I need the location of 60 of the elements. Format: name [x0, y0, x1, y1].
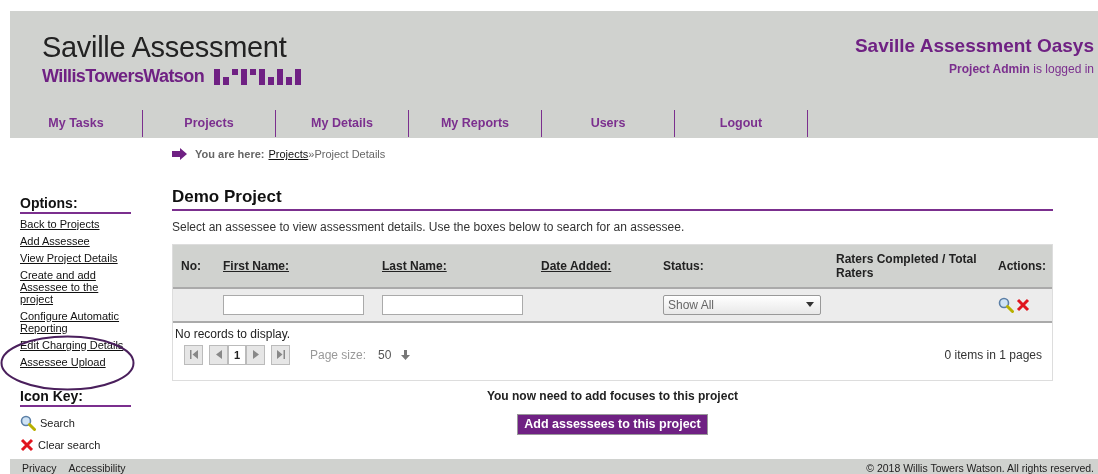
down-arrow-icon[interactable]	[401, 349, 411, 360]
search-icon[interactable]	[998, 296, 1014, 313]
option-link[interactable]: Configure Automatic Reporting	[20, 309, 131, 334]
column-header: Raters Completed / Total Raters	[836, 251, 978, 280]
empty-message: No records to display.	[175, 326, 292, 341]
options-heading: Options:	[20, 194, 131, 214]
status-dropdown[interactable]: Show All	[663, 294, 821, 315]
page-title: Demo Project	[172, 186, 1053, 211]
first-page-icon	[189, 350, 198, 360]
last-page-icon	[276, 350, 285, 360]
first-name-field[interactable]	[223, 294, 364, 315]
nav-tab[interactable]: My Details	[276, 109, 409, 137]
search-icon	[20, 414, 36, 431]
add-assessees-button[interactable]: Add assessees to this project	[517, 413, 708, 435]
nav-tab[interactable]: Projects	[143, 109, 276, 137]
app-title: Saville Assessment Oasys	[854, 35, 1094, 57]
site-title: Saville Assessment	[42, 31, 288, 63]
column-header[interactable]: Last Name:	[382, 258, 541, 273]
arrow-icon	[172, 148, 187, 161]
notice-text: You now need to add focuses to this project	[485, 388, 740, 403]
nav-tab[interactable]: My Tasks	[10, 109, 143, 137]
last-name-field[interactable]	[382, 294, 523, 315]
icon-key-label: Search	[40, 416, 75, 429]
nav-tab[interactable]: Users	[542, 109, 675, 137]
column-header[interactable]: First Name:	[223, 258, 382, 273]
nav-tab[interactable]: My Reports	[409, 109, 542, 137]
breadcrumb-current: Project Details	[314, 148, 386, 161]
close-icon	[20, 437, 34, 452]
column-header: Actions:	[998, 258, 1047, 273]
page-number-button[interactable]: 1	[228, 344, 246, 365]
previous-icon	[215, 350, 222, 360]
pager-summary: 0 items in 1 pages	[944, 347, 1042, 362]
page-size-label: Page size:	[310, 347, 367, 362]
option-link[interactable]: Back to Projects	[20, 217, 131, 230]
column-header: No:	[180, 258, 202, 273]
nav-tab[interactable]: Logout	[675, 109, 808, 137]
breadcrumb-separator: »	[308, 148, 315, 161]
close-icon[interactable]	[1016, 297, 1030, 312]
login-status: Project Admin is logged in	[948, 62, 1094, 76]
brand-name: WillisTowersWatson	[42, 66, 205, 87]
first-page-button[interactable]	[184, 344, 203, 365]
icon-key-label: Clear search	[38, 438, 101, 451]
copyright: © 2018 Willis Towers Watson. All rights reserved.	[866, 462, 1094, 474]
next-page-button[interactable]	[246, 344, 265, 365]
option-link[interactable]: View Project Details	[20, 251, 131, 264]
icon-key-heading: Icon Key:	[20, 387, 131, 407]
page-size-value[interactable]: 50	[378, 347, 392, 362]
instructions: Select an assessee to view assessment details. Use the boxes below to search for an assessee.	[172, 219, 686, 234]
column-header: Status:	[663, 258, 705, 273]
footer-link[interactable]: Privacy	[22, 462, 57, 474]
option-link[interactable]: Assessee Upload	[20, 355, 131, 368]
column-header[interactable]: Date Added:	[541, 258, 663, 273]
last-page-button[interactable]	[271, 344, 290, 365]
previous-page-button[interactable]	[209, 344, 228, 365]
breadcrumb-label: You are here:	[195, 148, 265, 161]
footer-link[interactable]: Accessibility	[68, 462, 126, 474]
breadcrumb-link[interactable]: Projects	[268, 148, 309, 161]
option-link[interactable]: Create and add Assessee to the project	[20, 268, 131, 305]
option-link[interactable]: Add Assessee	[20, 234, 131, 247]
next-icon	[252, 350, 259, 360]
